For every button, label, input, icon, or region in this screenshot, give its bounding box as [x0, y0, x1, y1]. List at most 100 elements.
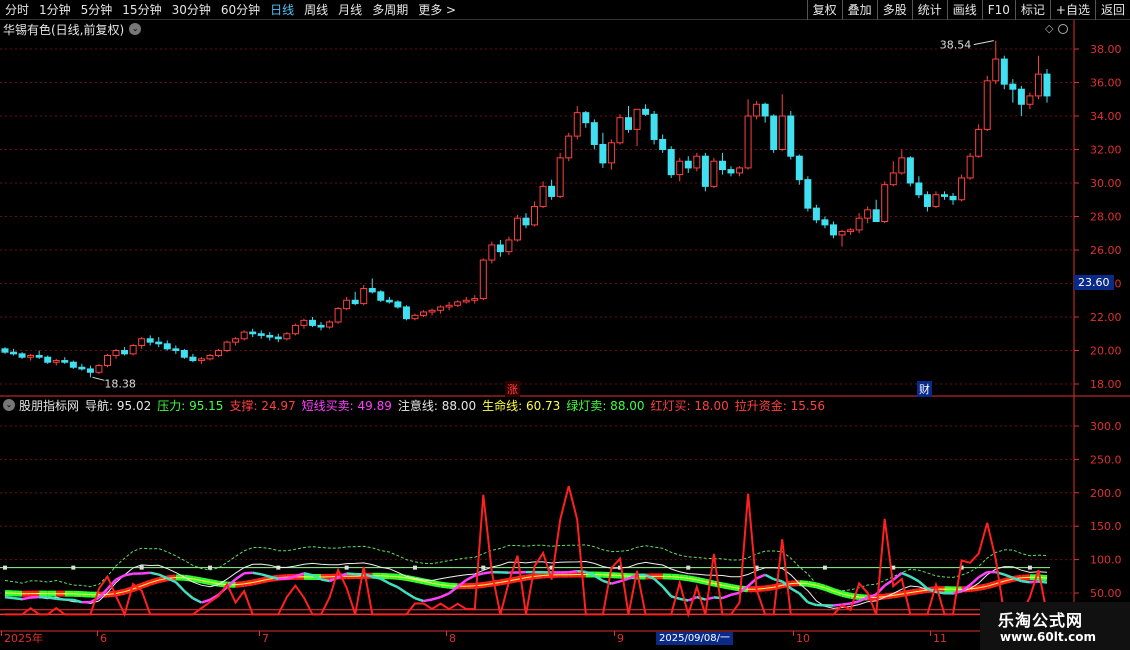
- indicator-axis-label: 300.0: [1090, 420, 1122, 433]
- green-sell-marker: [1027, 565, 1032, 570]
- candle-body: [129, 344, 137, 355]
- candle-body: [556, 157, 564, 197]
- indicator-value-1: 压力: 95.15: [157, 398, 224, 413]
- candle-body: [607, 142, 615, 164]
- candle-body: [1043, 73, 1051, 97]
- candle-body: [479, 259, 487, 300]
- candle-body: [667, 149, 675, 176]
- candle-body: [437, 306, 445, 311]
- candle-body: [10, 351, 18, 355]
- short-trade-segment: [320, 578, 330, 583]
- candle-body: [283, 333, 291, 340]
- candle-body: [61, 360, 69, 363]
- candle-body: [701, 155, 709, 187]
- candle-body: [291, 324, 299, 335]
- candle-body: [69, 361, 77, 368]
- candle-body: [223, 341, 231, 351]
- candle-body: [889, 172, 897, 186]
- chevron-down-icon[interactable]: ⌄: [129, 23, 142, 35]
- candle-body: [163, 343, 171, 350]
- date-axis-tick: [930, 631, 931, 636]
- candle-body: [573, 112, 581, 137]
- chevron-down-icon[interactable]: ⌄: [3, 399, 15, 411]
- candle-body: [368, 288, 376, 293]
- candle-body: [103, 355, 111, 367]
- high-arrow: [973, 40, 994, 46]
- candle-body: [565, 135, 573, 159]
- indicator-axis-label: 100.0: [1090, 554, 1122, 567]
- candle-body: [300, 319, 308, 326]
- price-axis-label: 28.00: [1090, 211, 1122, 224]
- limit-up-tag[interactable]: 涨: [505, 381, 520, 397]
- candle-body: [804, 179, 812, 209]
- price-axis-label: 38.00: [1090, 43, 1122, 56]
- short-trade-segment: [39, 595, 48, 599]
- candle-body: [121, 350, 129, 355]
- watermark-title: 乐淘公式网: [998, 611, 1084, 630]
- short-trade-segment: [423, 598, 433, 603]
- green-sell-marker: [139, 565, 144, 570]
- candle-body: [189, 356, 197, 362]
- candle-body: [710, 160, 718, 187]
- candle-body: [531, 205, 539, 226]
- date-axis-tick: [259, 631, 260, 636]
- short-trade-segment: [47, 596, 57, 600]
- diamond-icon[interactable]: ◇: [1045, 22, 1053, 35]
- candle-body: [35, 355, 43, 358]
- candle-body: [445, 304, 453, 308]
- short-trade-segment: [901, 571, 911, 578]
- candle-body: [1026, 95, 1034, 105]
- candle-body: [351, 299, 359, 305]
- indicator-axis-label: 150.0: [1090, 520, 1122, 533]
- candle-body: [317, 324, 325, 328]
- short-trade-segment: [405, 591, 416, 600]
- candle-body: [488, 244, 496, 261]
- candle-body: [155, 341, 163, 345]
- finance-tag[interactable]: 财: [917, 381, 932, 397]
- candle-body: [112, 350, 120, 357]
- candle-body: [770, 115, 778, 150]
- candle-body: [206, 355, 214, 360]
- circle-icon[interactable]: [1058, 24, 1068, 34]
- candle-body: [274, 336, 282, 340]
- short-trade-segment: [397, 586, 408, 595]
- candle-body: [172, 348, 180, 352]
- short-trade-segment: [661, 585, 673, 598]
- date-axis-tick: [446, 631, 447, 636]
- candle-body: [821, 219, 829, 226]
- candle-body: [906, 157, 914, 184]
- short-trade-segment: [653, 577, 664, 588]
- candle-body: [1, 348, 9, 353]
- candle-body: [590, 122, 598, 145]
- candle-body: [146, 338, 154, 343]
- indicator-value-6: 绿灯卖: 88.00: [566, 398, 645, 413]
- indicator-axis-label: 50.00: [1090, 587, 1122, 600]
- candle-body: [659, 138, 667, 150]
- candle-body: [385, 299, 393, 303]
- short-trade-segment: [841, 602, 851, 606]
- candle-body: [44, 356, 52, 363]
- candle-body: [633, 108, 641, 130]
- chart-canvas[interactable]: 38.0036.0034.0032.0030.0028.0026.0024.00…: [0, 0, 1130, 650]
- date-axis-tick: [1, 631, 2, 636]
- candle-body: [334, 308, 342, 323]
- candle-body: [548, 185, 556, 197]
- candle-body: [52, 360, 60, 363]
- green-sell-marker: [3, 565, 7, 570]
- indicator-value-8: 拉升资金: 15.56: [734, 398, 825, 413]
- indicator-axis-label: 200.0: [1090, 487, 1122, 500]
- short-trade-segment: [611, 580, 621, 585]
- candle-body: [693, 155, 701, 169]
- short-trade-segment: [431, 595, 441, 601]
- candle-body: [505, 239, 513, 253]
- price-axis-label: 34.00: [1090, 110, 1122, 123]
- short-trade-segment: [807, 601, 817, 607]
- short-trade-segment: [234, 572, 245, 581]
- short-trade-segment: [1003, 573, 1014, 579]
- indicator-name[interactable]: 股朋指标网: [19, 397, 79, 414]
- candle-body: [599, 143, 607, 164]
- candle-body: [343, 299, 351, 310]
- candle-body: [898, 157, 906, 174]
- candle-body: [915, 182, 923, 196]
- short-trade-segment: [909, 575, 920, 583]
